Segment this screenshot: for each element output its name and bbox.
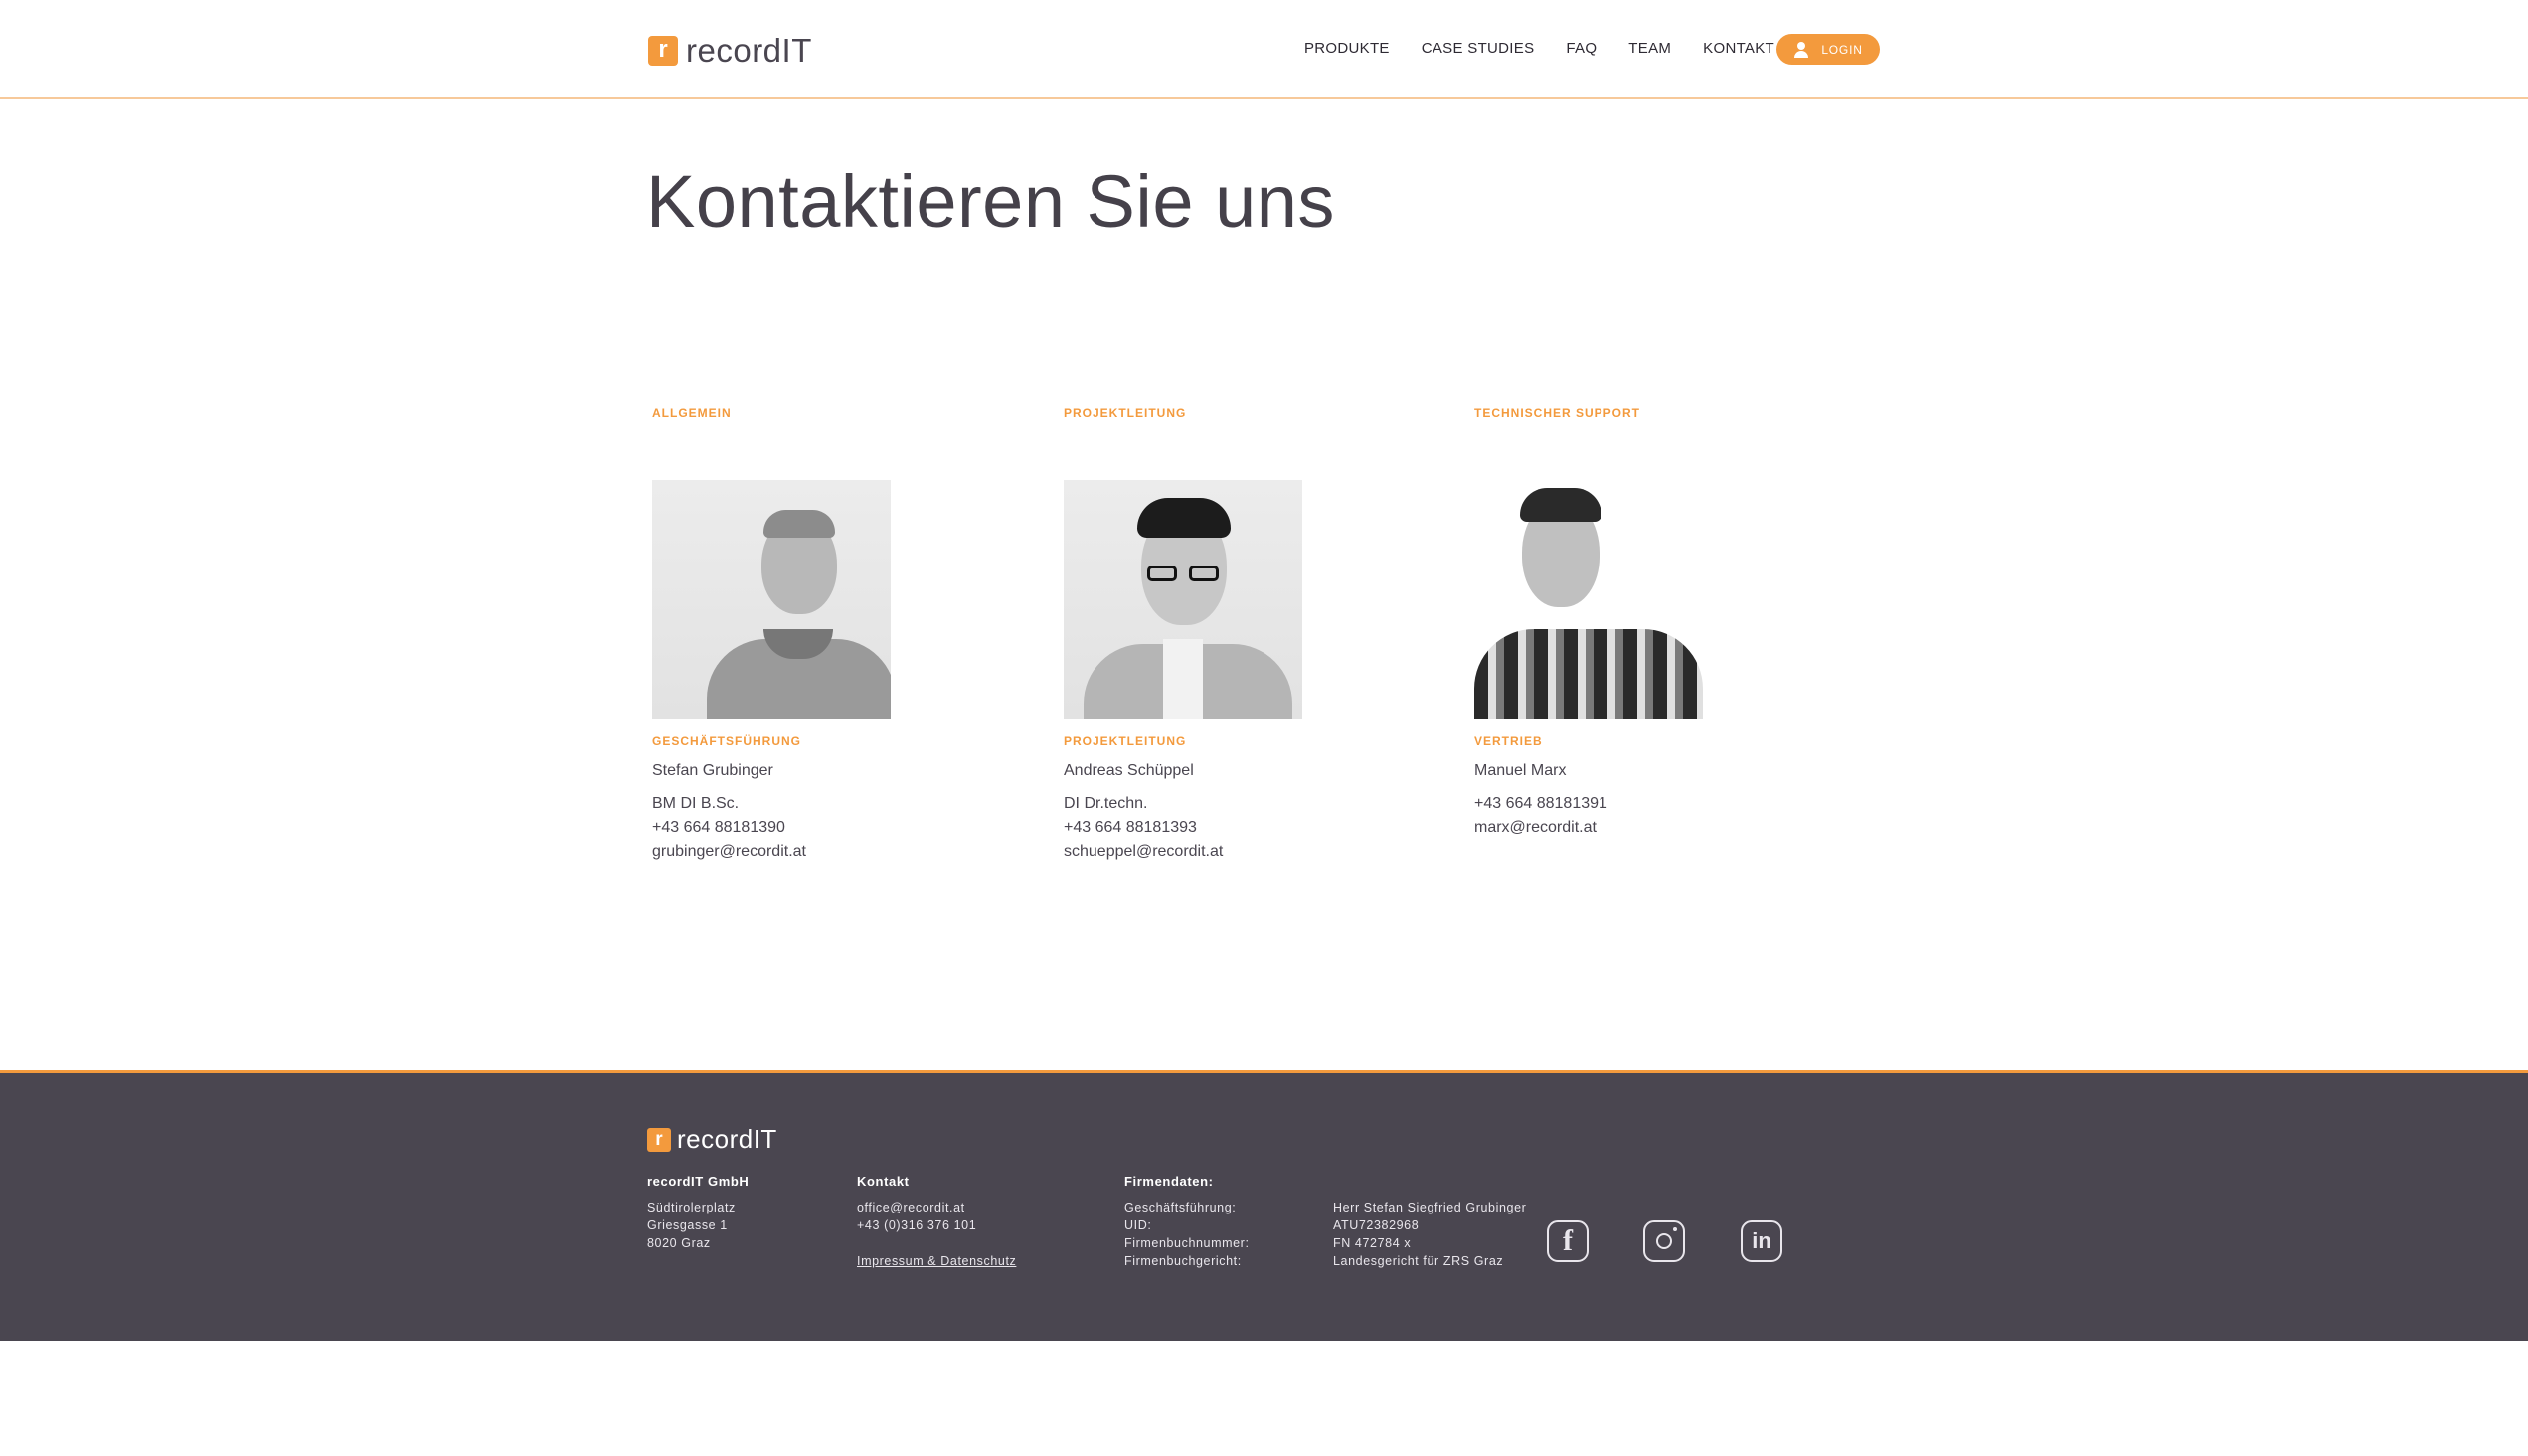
contact-role: PROJEKTLEITUNG <box>1064 734 1187 748</box>
logo-text: recordIT <box>677 1124 777 1154</box>
footer-contact: Kontakt office@recordit.at +43 (0)316 37… <box>857 1173 1016 1270</box>
firm-label: Firmenbuchnummer: <box>1124 1236 1250 1250</box>
contact-name: Stefan Grubinger <box>652 762 773 779</box>
logo-mark: r <box>647 1127 671 1152</box>
firm-label: Firmenbuchgericht: <box>1124 1254 1242 1268</box>
instagram-icon[interactable] <box>1643 1220 1685 1262</box>
logo-mark: r <box>648 36 678 66</box>
brand-logo[interactable]: r recordIT <box>648 32 812 70</box>
nav-item-faq[interactable]: FAQ <box>1566 40 1597 57</box>
contact-degree: BM DI B.Sc. <box>652 795 740 812</box>
contact-card: PROJEKTLEITUNG PROJEKTLEITUNG Andreas Sc… <box>1064 406 1422 864</box>
user-icon <box>1793 41 1809 58</box>
contact-phone[interactable]: +43 664 88181393 <box>1064 816 1422 840</box>
footer-address-line: 8020 Graz <box>647 1236 711 1250</box>
logo-text: recordIT <box>686 32 812 69</box>
contact-degree: DI Dr.techn. <box>1064 795 1148 812</box>
firm-label: Geschäftsführung: <box>1124 1201 1237 1214</box>
firm-value: ATU72382968 <box>1333 1218 1420 1232</box>
site-header: r recordIT PRODUKTE CASE STUDIES FAQ TEA… <box>0 0 2528 99</box>
contact-role: VERTRIEB <box>1474 734 1543 748</box>
contact-phone[interactable]: +43 664 88181390 <box>652 816 1010 840</box>
firm-value: FN 472784 x <box>1333 1236 1412 1250</box>
page-title: Kontaktieren Sie uns <box>646 160 1335 243</box>
main-nav: PRODUKTE CASE STUDIES FAQ TEAM KONTAKT <box>1304 40 1806 57</box>
footer-address-line: Südtirolerplatz <box>647 1201 736 1214</box>
footer-address-line: Griesgasse 1 <box>647 1218 728 1232</box>
facebook-icon[interactable]: f <box>1547 1220 1589 1262</box>
login-button[interactable]: LOGIN <box>1776 34 1880 65</box>
contact-category: PROJEKTLEITUNG <box>1064 406 1187 420</box>
footer-firm-labels: Firmendaten: Geschäftsführung: UID: Firm… <box>1124 1173 1250 1270</box>
contact-photo <box>652 480 891 719</box>
firm-value: Herr Stefan Siegfried Grubinger <box>1333 1201 1527 1214</box>
contact-card: TECHNISCHER SUPPORT VERTRIEB Manuel Marx… <box>1474 406 1832 840</box>
login-label: LOGIN <box>1821 42 1863 57</box>
firm-label: UID: <box>1124 1218 1152 1232</box>
firm-value: Landesgericht für ZRS Graz <box>1333 1254 1504 1268</box>
legal-link[interactable]: Impressum & Datenschutz <box>857 1252 1016 1270</box>
contact-category: ALLGEMEIN <box>652 406 732 420</box>
footer-firm-title: Firmendaten: <box>1124 1174 1214 1189</box>
nav-item-kontakt[interactable]: KONTAKT <box>1703 40 1774 57</box>
contact-photo <box>1064 480 1302 719</box>
nav-item-case-studies[interactable]: CASE STUDIES <box>1422 40 1535 57</box>
contact-category: TECHNISCHER SUPPORT <box>1474 406 1641 420</box>
contact-email[interactable]: schueppel@recordit.at <box>1064 840 1422 864</box>
contact-name: Andreas Schüppel <box>1064 762 1194 779</box>
site-footer: r recordIT recordIT GmbH Südtirolerplatz… <box>0 1070 2528 1341</box>
footer-company-title: recordIT GmbH <box>647 1174 750 1189</box>
nav-item-team[interactable]: TEAM <box>1628 40 1671 57</box>
footer-firm-values: Herr Stefan Siegfried Grubinger ATU72382… <box>1333 1199 1526 1270</box>
footer-logo[interactable]: r recordIT <box>647 1124 777 1155</box>
footer-contact-title: Kontakt <box>857 1174 910 1189</box>
contact-email[interactable]: grubinger@recordit.at <box>652 840 1010 864</box>
contact-name: Manuel Marx <box>1474 762 1567 779</box>
contact-photo <box>1474 480 1713 719</box>
nav-item-produkte[interactable]: PRODUKTE <box>1304 40 1390 57</box>
contact-phone[interactable]: +43 664 88181391 <box>1474 792 1832 816</box>
contact-email[interactable]: marx@recordit.at <box>1474 816 1832 840</box>
contact-card: ALLGEMEIN GESCHÄFTSFÜHRUNG Stefan Grubin… <box>652 406 1010 864</box>
footer-phone[interactable]: +43 (0)316 376 101 <box>857 1216 1016 1234</box>
contact-role: GESCHÄFTSFÜHRUNG <box>652 734 801 748</box>
footer-email[interactable]: office@recordit.at <box>857 1199 1016 1216</box>
linkedin-icon[interactable]: in <box>1741 1220 1782 1262</box>
footer-company: recordIT GmbH Südtirolerplatz Griesgasse… <box>647 1173 749 1252</box>
